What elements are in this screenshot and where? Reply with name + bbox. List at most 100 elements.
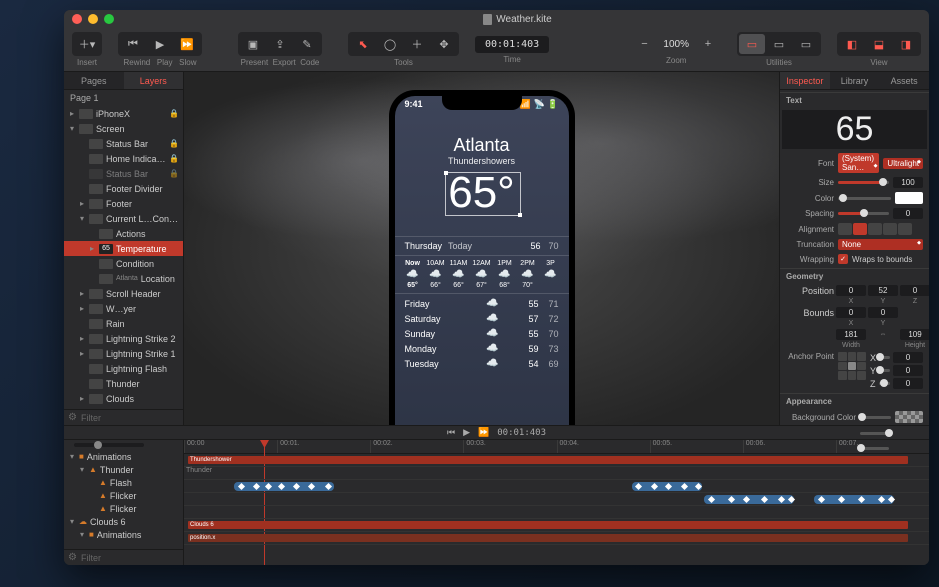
layer-row[interactable]: ▸Footer xyxy=(64,196,183,211)
lock-icon[interactable]: 🔒 xyxy=(169,169,179,178)
utilities-toggle-2[interactable]: ▭ xyxy=(766,34,792,54)
timeline-layer-row[interactable]: ▲Flicker xyxy=(64,489,183,502)
view-right-panel[interactable]: ◨ xyxy=(893,34,919,54)
close-window-button[interactable] xyxy=(72,14,82,24)
zoom-percent[interactable]: 100% xyxy=(657,39,695,50)
play-button[interactable]: ▶ xyxy=(147,34,173,54)
track-clip[interactable]: Thundershower xyxy=(188,456,908,464)
color-swatch[interactable] xyxy=(895,192,923,204)
alignment-control[interactable] xyxy=(838,223,923,235)
zoom-in-button[interactable]: + xyxy=(695,34,721,54)
anchor-y-slider[interactable] xyxy=(879,369,890,372)
layer-row[interactable]: Thunder xyxy=(64,376,183,391)
anchor-z-slider[interactable] xyxy=(879,382,891,385)
layer-row[interactable]: Lightning Flash xyxy=(64,361,183,376)
canvas[interactable]: 9:41📶 📡 🔋 Atlanta Thundershowers 65° Thu… xyxy=(184,72,779,425)
timeline-layer-row[interactable]: ▾▲Thunder xyxy=(64,463,183,476)
tl-ff-icon[interactable]: ⏩ xyxy=(478,427,489,438)
bg-opacity-slider[interactable] xyxy=(860,416,891,419)
view-left-panel[interactable]: ◧ xyxy=(839,34,865,54)
layer-row[interactable]: ▾Current L…Conditions xyxy=(64,211,183,226)
present-button[interactable]: ▣ xyxy=(240,34,266,54)
utilities-toggle-1[interactable]: ▭ xyxy=(739,34,765,54)
layer-row[interactable]: AtlantaLocation xyxy=(64,271,183,286)
selection-box[interactable] xyxy=(445,172,521,216)
bounds-y[interactable]: 0 xyxy=(868,307,898,318)
pages-tab[interactable]: Pages xyxy=(64,72,124,89)
bounds-h[interactable]: 109 xyxy=(900,329,929,340)
layer-row[interactable]: ▸65Temperature xyxy=(64,241,183,256)
filter-field[interactable]: Filter xyxy=(81,413,101,423)
layer-row[interactable]: ▸iPhoneX🔒 xyxy=(64,106,183,121)
layer-row[interactable]: Home Indicator🔒 xyxy=(64,151,183,166)
pointer-tool[interactable]: ⬉ xyxy=(350,34,376,54)
layer-row[interactable]: ▸Lightning Strike 1 xyxy=(64,346,183,361)
pan-tool[interactable]: ✥ xyxy=(431,34,457,54)
lock-icon[interactable]: 🔒 xyxy=(169,109,179,118)
timeline-layer-row[interactable]: ▾☁Clouds 6 xyxy=(64,515,183,528)
truncation-select[interactable]: None xyxy=(838,239,923,250)
timeline-layer-row[interactable]: ▾■Animations xyxy=(64,528,183,541)
layers-tab[interactable]: Layers xyxy=(124,72,184,89)
timeline-layer-row[interactable]: ▲Flash xyxy=(64,476,183,489)
bounds-w[interactable]: 181 xyxy=(836,329,866,340)
layer-row[interactable]: Rain xyxy=(64,316,183,331)
layer-row[interactable]: ▸Scroll Header xyxy=(64,286,183,301)
bg-color-swatch[interactable] xyxy=(895,411,923,423)
layer-row[interactable]: ▾Screen xyxy=(64,121,183,136)
view-bottom-panel[interactable]: ⬓ xyxy=(866,34,892,54)
layer-row[interactable]: Condition xyxy=(64,256,183,271)
timeline-layer-row[interactable]: ▲Flicker xyxy=(64,502,183,515)
size-slider[interactable] xyxy=(838,181,889,184)
spacing-slider[interactable] xyxy=(838,212,889,215)
layer-row[interactable]: ▸Lightning Strike 2 xyxy=(64,331,183,346)
export-button[interactable]: ⇪ xyxy=(267,34,293,54)
code-button[interactable]: ✎ xyxy=(294,34,320,54)
insert-button[interactable]: ＋▾ xyxy=(74,34,100,54)
anchor-point-control[interactable] xyxy=(838,352,866,380)
anchor-x-slider[interactable] xyxy=(879,356,890,359)
layer-row[interactable]: ▸Clouds xyxy=(64,391,183,406)
spacing-field[interactable]: 0 xyxy=(893,208,923,219)
bounds-x[interactable]: 0 xyxy=(836,307,866,318)
add-tool[interactable]: ＋ xyxy=(404,34,430,54)
assets-tab[interactable]: Assets xyxy=(879,72,929,89)
layer-row[interactable]: Status Bar🔒 xyxy=(64,136,183,151)
slow-button[interactable]: ⏩ xyxy=(174,34,200,54)
timecode-display[interactable]: 00:01:403 xyxy=(475,36,549,53)
layer-row[interactable]: ▸W…yer xyxy=(64,301,183,316)
zoom-window-button[interactable] xyxy=(104,14,114,24)
layer-row[interactable]: Status Bar🔒 xyxy=(64,166,183,181)
color-opacity-slider[interactable] xyxy=(838,197,891,200)
lock-icon[interactable]: 🔒 xyxy=(169,139,179,148)
utilities-toggle-3[interactable]: ▭ xyxy=(793,34,819,54)
tl-rewind-icon[interactable]: ⏮ xyxy=(447,427,455,438)
inspector-tab[interactable]: Inspector xyxy=(780,72,830,89)
pos-x[interactable]: 0 xyxy=(836,285,866,296)
layer-row[interactable]: Footer Divider xyxy=(64,181,183,196)
timeline-layer-row[interactable]: ▾■Animations xyxy=(64,450,183,463)
lock-icon[interactable]: 🔒 xyxy=(169,154,179,163)
temperature-label[interactable]: 65° xyxy=(395,168,569,218)
font-weight-select[interactable]: Ultralight xyxy=(883,158,923,169)
shape-tool[interactable]: ◯ xyxy=(377,34,403,54)
minimize-window-button[interactable] xyxy=(88,14,98,24)
tl-play-icon[interactable]: ▶ xyxy=(463,427,470,438)
border-opacity-slider[interactable] xyxy=(860,432,891,435)
wrapping-checkbox[interactable]: ✓ xyxy=(838,254,848,264)
pos-z[interactable]: 0 xyxy=(900,285,929,296)
track-clip[interactable]: Clouds 6 xyxy=(188,521,908,529)
track-clip[interactable]: position.x xyxy=(188,534,908,542)
timeline-tracks[interactable]: 00:0000:01.00:02.00:03.00:04.00:05.00:06… xyxy=(184,440,929,565)
gear-icon[interactable]: ⚙ xyxy=(68,552,77,563)
layer-row[interactable]: Actions xyxy=(64,226,183,241)
timeline-zoom-scrubber[interactable] xyxy=(74,443,144,447)
page-name[interactable]: Page 1 xyxy=(64,90,183,106)
font-family-select[interactable]: (System) San… xyxy=(838,153,879,173)
gear-icon[interactable]: ⚙ xyxy=(68,412,77,423)
library-tab[interactable]: Library xyxy=(830,72,880,89)
pos-y[interactable]: 52 xyxy=(868,285,898,296)
rewind-button[interactable]: ⏮ xyxy=(120,34,146,54)
size-field[interactable]: 100 xyxy=(893,177,923,188)
zoom-out-button[interactable]: − xyxy=(631,34,657,54)
